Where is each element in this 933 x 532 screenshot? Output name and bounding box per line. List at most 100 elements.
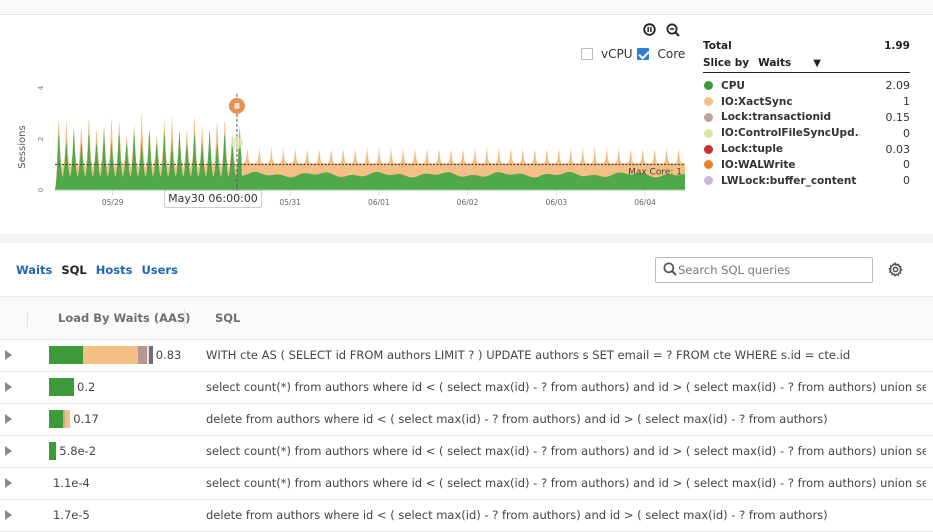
load-value: 1.1e-4: [53, 476, 90, 490]
table-row[interactable]: 1.1e-4 select count(*) from authors wher…: [0, 468, 933, 500]
legend-item[interactable]: Lock:tuple 0.03: [703, 141, 910, 157]
load-bar-segment: [65, 410, 71, 428]
expand-row-icon[interactable]: [5, 510, 12, 520]
legend-item-name: IO:ControlFileSyncUpd...: [721, 127, 860, 140]
x-tick-label: 06/02: [457, 198, 479, 207]
y-tick-label: 2: [37, 137, 45, 141]
legend-item-name: Lock:tuple: [721, 143, 784, 156]
legend-total-label: Total: [703, 40, 732, 52]
y-axis-label: Sessions: [17, 125, 28, 168]
slice-by-value: Waits: [758, 57, 792, 69]
tab-hosts[interactable]: Hosts: [96, 263, 133, 277]
vcpu-checkbox[interactable]: [581, 48, 593, 60]
slice-by-label: Slice by: [703, 57, 750, 69]
legend-total: Total 1.99: [703, 40, 910, 52]
expand-row-icon[interactable]: [5, 382, 12, 392]
y-tick-label: 0: [37, 188, 45, 192]
caret-down-icon: ▼: [813, 57, 821, 69]
x-tick-label: 05/29: [102, 198, 124, 207]
tab-waits[interactable]: Waits: [16, 263, 52, 277]
expand-row-icon[interactable]: [5, 350, 12, 360]
x-tick-label: 06/04: [634, 198, 656, 207]
load-bar: [49, 442, 57, 460]
load-bar-segment: [49, 442, 57, 460]
sql-text[interactable]: select count(*) from authors where id < …: [206, 444, 926, 458]
sql-text[interactable]: delete from authors where id < ( select …: [206, 412, 926, 426]
legend-item-value: 0.03: [885, 142, 911, 156]
legend-total-value: 1.99: [884, 40, 910, 52]
cpu-toggle-group: vCPU Core: [581, 47, 685, 61]
expand-row-icon[interactable]: [5, 414, 12, 424]
chart-tooltip-date: May30 06:00:00: [164, 190, 262, 208]
legend-item[interactable]: LWLock:buffer_content 0: [703, 173, 910, 189]
legend-dot-icon: [704, 176, 713, 186]
legend-item-value: 0: [903, 158, 910, 172]
table-row[interactable]: 5.8e-2 select count(*) from authors wher…: [0, 436, 933, 468]
tooltip-hover-dot: [230, 136, 243, 149]
x-tick-label: 05/31: [279, 198, 301, 207]
pause-circle-icon[interactable]: [643, 23, 656, 37]
zoom-out-icon[interactable]: [666, 23, 680, 37]
legend-dot-icon: [704, 144, 713, 154]
x-tick-label: 06/01: [368, 198, 390, 207]
legend-item-value: 0.15: [885, 110, 911, 124]
legend-dot-icon: [704, 81, 713, 91]
legend-item[interactable]: Lock:transactionid 0.15: [703, 110, 910, 126]
tab-users[interactable]: Users: [141, 263, 178, 277]
table-row[interactable]: 1.7e-5 delete from authors where id < ( …: [0, 500, 933, 532]
legend-item[interactable]: IO:XactSync 1: [703, 94, 910, 110]
column-header-load[interactable]: Load By Waits (AAS): [58, 311, 190, 325]
sql-text[interactable]: select count(*) from authors where id < …: [206, 476, 926, 490]
sql-text[interactable]: WITH cte AS ( SELECT id FROM authors LIM…: [206, 348, 926, 362]
legend-item-value: 0: [903, 174, 910, 188]
vcpu-label: vCPU: [601, 47, 633, 61]
column-header-sql[interactable]: SQL: [215, 311, 240, 325]
load-bar: [49, 410, 71, 428]
legend-item[interactable]: IO:WALWrite 0: [703, 157, 910, 173]
load-value: 0.17: [73, 412, 99, 426]
search-icon: [656, 261, 677, 280]
legend-item-value: 0: [903, 126, 910, 140]
expand-row-icon[interactable]: [5, 446, 12, 456]
legend-item-name: IO:WALWrite: [721, 158, 796, 171]
legend-item-name: CPU: [721, 79, 745, 92]
legend-item-value: 1: [903, 95, 910, 109]
sql-text[interactable]: delete from authors where id < ( select …: [206, 508, 926, 522]
load-bar: [49, 378, 74, 396]
column-divider[interactable]: [184, 309, 185, 328]
sql-table-body: 0.83 WITH cte AS ( SELECT id FROM author…: [0, 340, 933, 532]
expand-row-icon[interactable]: [5, 478, 12, 488]
max-core-label: Max Core: 1: [628, 168, 682, 178]
legend-dot-icon: [704, 112, 713, 122]
event-marker-glyph: [234, 102, 240, 109]
db-load-chart[interactable]: Sessions 0 2 4 05/29 05/31 06/01 06/02 06/03 06/0…: [0, 15, 700, 215]
load-value: 0.83: [155, 348, 182, 362]
slice-by-dropdown[interactable]: Slice by Waits ▼: [703, 57, 910, 73]
table-header: Load By Waits (AAS) SQL: [0, 296, 933, 340]
load-value: 5.8e-2: [59, 444, 97, 458]
legend-item[interactable]: CPU 2.09: [703, 78, 910, 94]
table-row[interactable]: 0.83 WITH cte AS ( SELECT id FROM author…: [0, 340, 933, 372]
load-bar-segment: [137, 346, 147, 364]
load-bar-segment: [49, 346, 83, 364]
core-checkbox[interactable]: [636, 48, 649, 60]
core-label: Core: [657, 47, 686, 61]
tab-sql[interactable]: SQL: [61, 263, 86, 277]
legend-dot-icon: [704, 97, 713, 107]
y-tick-label: 4: [37, 85, 45, 90]
search-sql-field[interactable]: [655, 257, 873, 283]
legend-item-name: Lock:transactionid: [721, 111, 832, 124]
table-row[interactable]: 0.2 select count(*) from authors where i…: [0, 372, 933, 404]
legend-dot-icon: [704, 128, 713, 138]
settings-gear-icon[interactable]: [888, 261, 903, 281]
legend-item-value: 2.09: [885, 79, 911, 93]
legend-item[interactable]: IO:ControlFileSyncUpd... 0: [703, 125, 910, 141]
x-tick-label: 06/03: [546, 198, 568, 207]
dimension-tabs: Waits SQL Hosts Users: [16, 263, 187, 277]
sql-text[interactable]: select count(*) from authors where id < …: [206, 380, 926, 394]
load-bar-segment: [149, 346, 153, 364]
search-sql-input[interactable]: [677, 263, 867, 277]
table-row[interactable]: 0.17 delete from authors where id < ( se…: [0, 404, 933, 436]
top-bar: [0, 0, 933, 15]
load-bar-segment: [49, 378, 74, 396]
